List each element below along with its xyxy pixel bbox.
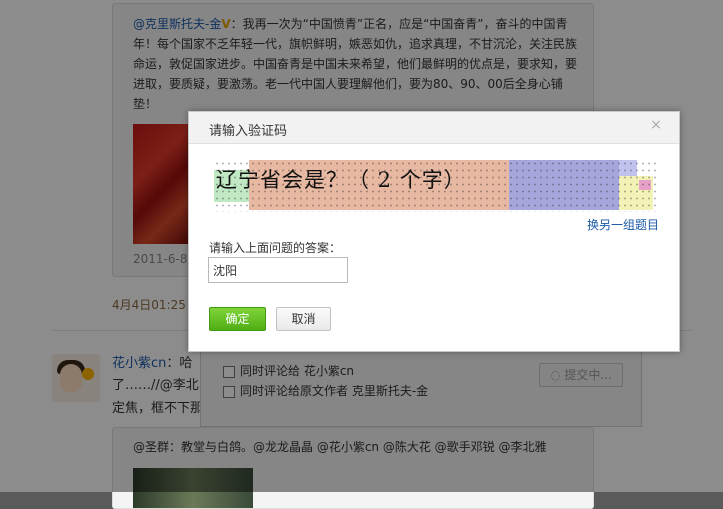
cancel-button[interactable]: 取消 [276,307,331,331]
confirm-button[interactable]: 确定 [209,307,266,331]
dialog-header: 请输入验证码 × [189,112,679,144]
answer-input[interactable] [208,257,348,283]
dialog-title: 请输入验证码 [209,124,288,139]
close-icon[interactable]: × [649,118,663,132]
answer-label: 请输入上面问题的答案： [209,241,342,255]
captcha-image: 辽宁省会是？（ 2 个字） [214,160,658,212]
captcha-dialog: 请输入验证码 × 辽宁省会是？（ 2 个字） 换另一组题目 请输入上面问题的答案… [188,111,680,352]
refresh-captcha-link[interactable]: 换另一组题目 [587,216,659,233]
captcha-question: 辽宁省会是？（ 2 个字） [216,168,466,192]
